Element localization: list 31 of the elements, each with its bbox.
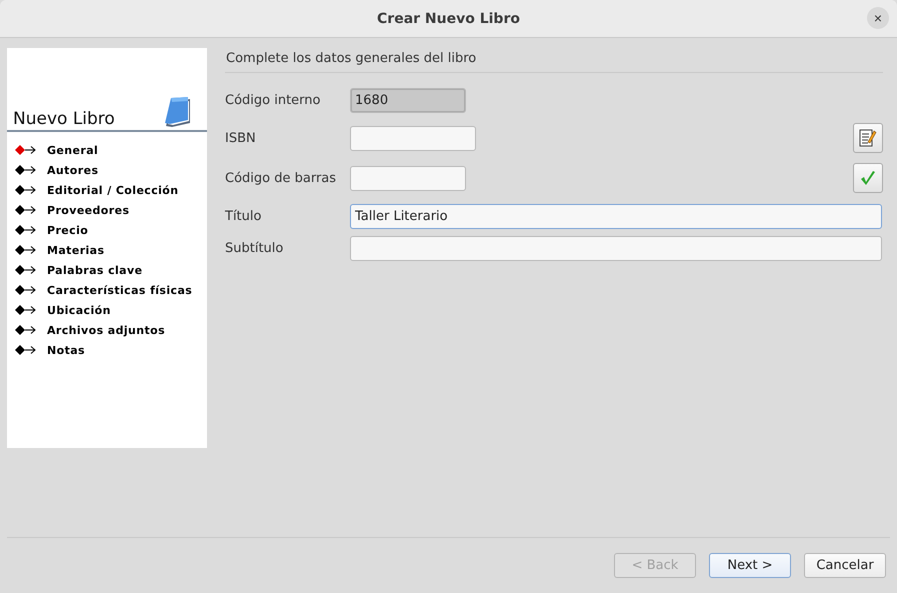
field-label: Subtítulo [225, 240, 284, 256]
sidebar-item[interactable]: Editorial / Colección [47, 184, 178, 196]
check-icon [860, 170, 876, 186]
sidebar-title: Nuevo Libro [13, 109, 115, 130]
input-field[interactable] [350, 166, 466, 190]
input-field[interactable] [350, 236, 882, 260]
dialog-button[interactable]: Next > [709, 553, 791, 578]
window-title: Crear Nuevo Libro [377, 10, 520, 26]
input-field[interactable]: Taller Literario [350, 204, 882, 228]
dialog-button[interactable]: Cancelar [804, 553, 886, 578]
sidebar-item[interactable]: Ubicación [47, 304, 111, 316]
sidebar-item[interactable]: Proveedores [47, 204, 130, 216]
section-heading: Complete los datos generales del libro [225, 50, 476, 66]
sidebar-item[interactable]: Notas [47, 344, 85, 356]
sidebar-item[interactable]: Archivos adjuntos [47, 324, 166, 336]
field-label: ISBN [225, 130, 257, 146]
field-label: Código interno [225, 92, 322, 108]
field-label: Título [225, 208, 262, 224]
close-button[interactable]: × [867, 7, 889, 29]
sidebar-item[interactable]: Características físicas [47, 284, 192, 296]
book-icon [163, 96, 193, 130]
sidebar-item[interactable]: Precio [47, 224, 88, 236]
sidebar-item[interactable]: General [47, 144, 98, 156]
edit-button[interactable] [853, 123, 883, 153]
notepad-pencil-icon [859, 128, 877, 148]
sidebar-item[interactable]: Palabras clave [47, 264, 142, 276]
validate-button[interactable] [853, 163, 883, 193]
sidebar-item[interactable]: Autores [47, 164, 98, 176]
field-label: Código de barras [225, 170, 338, 186]
sidebar-item[interactable]: Materias [47, 244, 104, 256]
input-field[interactable] [350, 126, 476, 150]
